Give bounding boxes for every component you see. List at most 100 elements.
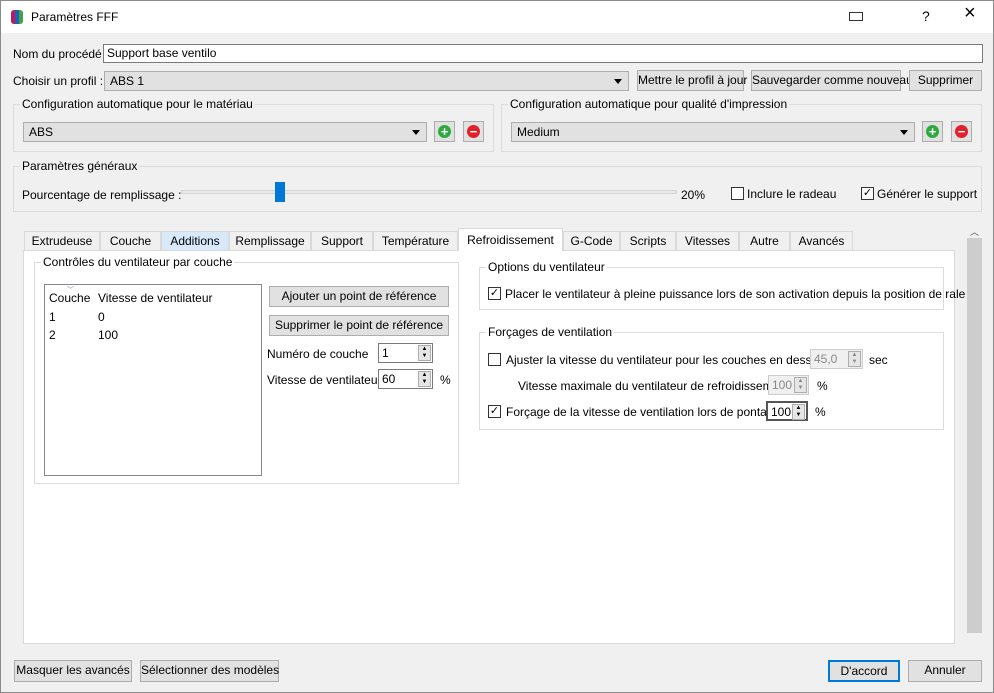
help-button[interactable]: ? (922, 9, 930, 23)
quality-group-title: Configuration automatique pour qualité d… (508, 97, 790, 111)
max-fan-speed-label: Vitesse maximale du ventilateur de refro… (518, 379, 790, 393)
minus-icon: − (955, 125, 968, 138)
raft-label: Inclure le radeau (747, 187, 837, 201)
process-name-input[interactable]: Support base ventilo (103, 44, 983, 63)
full-power-checkbox[interactable]: ✓ (488, 287, 501, 300)
fan-options-title: Options du ventilateur (486, 260, 607, 274)
add-material-button[interactable]: + (434, 121, 455, 142)
chevron-down-icon (614, 79, 622, 84)
support-label: Générer le support (877, 187, 978, 201)
max-fan-speed-value: 100 (772, 378, 793, 392)
profile-select[interactable]: ABS 1 (104, 71, 629, 91)
spin-arrows-icon[interactable]: ▲ ▼ (848, 351, 861, 367)
fan-layer-table[interactable]: ﹀ Couche Vitesse de ventilateur 1 0 2 10… (44, 284, 262, 476)
support-checkbox[interactable]: ✓ (861, 187, 874, 200)
hide-advanced-button[interactable]: Masquer les avancés (14, 660, 132, 682)
infill-label: Pourcentage de remplissage : (22, 188, 182, 202)
window-title: Paramètres FFF (31, 10, 119, 24)
max-fan-speed-spinbox[interactable]: 100 ▲ ▼ (768, 375, 809, 395)
bridge-fan-checkbox[interactable]: ✓ (488, 405, 501, 418)
infill-slider-thumb[interactable] (275, 182, 286, 202)
add-quality-button[interactable]: + (922, 121, 943, 142)
material-select[interactable]: ABS (23, 122, 427, 142)
tab-extrudeuse[interactable]: Extrudeuse (24, 231, 100, 251)
chevron-down-icon (412, 130, 420, 135)
bridge-fan-spinbox[interactable]: 100 ▲ ▼ (766, 401, 808, 421)
adjust-speed-value: 45,0 (814, 352, 838, 366)
material-group-title: Configuration automatique pour le matéri… (20, 97, 255, 111)
scrollbar-thumb[interactable] (967, 238, 982, 633)
tab-autre[interactable]: Autre (739, 231, 790, 251)
full-power-label: Placer le ventilateur à pleine puissance… (505, 287, 978, 301)
quality-group: Configuration automatique pour qualité d… (501, 97, 982, 152)
layer-number-value: 1 (382, 346, 389, 360)
save-as-new-button[interactable]: Sauvegarder comme nouveau (751, 70, 913, 91)
cancel-button[interactable]: Annuler (908, 660, 982, 682)
ok-button[interactable]: D'accord (828, 660, 900, 682)
adjust-speed-spinbox[interactable]: 45,0 ▲ ▼ (810, 349, 863, 369)
max-fan-speed-unit: % (817, 379, 828, 393)
spin-arrows-icon[interactable]: ▲ ▼ (794, 377, 807, 393)
tab-temperature[interactable]: Température (373, 231, 458, 251)
adjust-speed-checkbox[interactable] (488, 353, 501, 366)
tab-vitesses[interactable]: Vitesses (676, 231, 739, 251)
tab-avances[interactable]: Avancés (790, 231, 853, 251)
profile-label: Choisir un profil : (13, 74, 104, 88)
profile-value: ABS 1 (110, 74, 145, 88)
table-row-1-layer[interactable]: 1 (49, 310, 56, 324)
chevron-down-icon (900, 130, 908, 135)
layer-number-spinbox[interactable]: 1 ▲ ▼ (378, 343, 433, 363)
fan-options-group: Options du ventilateur ✓ Placer le venti… (479, 260, 978, 310)
delete-profile-button[interactable]: Supprimer (909, 70, 982, 91)
fan-layer-group-title: Contrôles du ventilateur par couche (41, 255, 235, 269)
tab-refroidissement[interactable]: Refroidissement (458, 228, 563, 251)
app-logo-icon (11, 10, 23, 24)
bridge-fan-label: Forçage de la vitesse de ventilation lor… (506, 405, 781, 419)
remove-reference-point-button[interactable]: Supprimer le point de référence (269, 315, 449, 336)
tab-couche[interactable]: Couche (100, 231, 161, 251)
raft-checkbox[interactable] (731, 187, 744, 200)
material-value: ABS (29, 125, 54, 139)
title-bar: Paramètres FFF ? × (1, 1, 993, 33)
spin-arrows-icon[interactable]: ▲ ▼ (418, 345, 431, 361)
spin-arrows-icon[interactable]: ▲ ▼ (792, 404, 805, 420)
fan-speed-value: 60 (382, 372, 396, 386)
tab-scripts[interactable]: Scripts (620, 231, 676, 251)
plus-icon: + (926, 125, 939, 138)
fan-speed-unit: % (440, 373, 451, 387)
fan-layer-group: Contrôles du ventilateur par couche ﹀ Co… (34, 255, 459, 484)
table-row-2-layer[interactable]: 2 (49, 328, 56, 342)
tab-panel-cooling: Contrôles du ventilateur par couche ﹀ Co… (23, 250, 978, 644)
remove-material-button[interactable]: − (463, 121, 484, 142)
scroll-up-icon[interactable]: ︿ (970, 225, 979, 238)
quality-value: Medium (517, 125, 560, 139)
update-profile-button[interactable]: Mettre le profil à jour (637, 70, 747, 91)
process-name-label: Nom du procédé : (13, 47, 109, 61)
select-models-button[interactable]: Sélectionner des modèles (140, 660, 279, 682)
bridge-fan-unit: % (815, 405, 826, 419)
column-header-speed[interactable]: Vitesse de ventilateur (98, 291, 213, 305)
fan-overrides-title: Forçages de ventilation (486, 325, 615, 339)
window-mode-icon[interactable] (849, 12, 863, 21)
fan-speed-label: Vitesse de ventilateur (267, 373, 382, 387)
infill-slider-track[interactable] (181, 190, 677, 194)
table-row-2-speed[interactable]: 100 (98, 328, 118, 342)
tab-additions[interactable]: Additions (161, 231, 229, 251)
table-row-1-speed[interactable]: 0 (98, 310, 105, 324)
remove-quality-button[interactable]: − (951, 121, 972, 142)
adjust-speed-label: Ajuster la vitesse du ventilateur pour l… (506, 353, 831, 367)
minus-icon: − (467, 125, 480, 138)
infill-value: 20% (681, 188, 706, 202)
general-group: Paramètres généraux Pourcentage de rempl… (13, 159, 982, 212)
tab-remplissage[interactable]: Remplissage (229, 231, 311, 251)
vertical-scrollbar[interactable]: ︿ (966, 223, 983, 653)
tab-g-code[interactable]: G-Code (563, 231, 620, 251)
column-header-layer[interactable]: Couche (49, 291, 90, 305)
fan-speed-spinbox[interactable]: 60 ▲ ▼ (378, 369, 433, 389)
close-button[interactable]: × (964, 3, 976, 23)
tab-support[interactable]: Support (311, 231, 373, 251)
quality-select[interactable]: Medium (511, 122, 915, 142)
spin-arrows-icon[interactable]: ▲ ▼ (418, 371, 431, 387)
plus-icon: + (438, 125, 451, 138)
add-reference-point-button[interactable]: Ajouter un point de référence (269, 286, 449, 307)
